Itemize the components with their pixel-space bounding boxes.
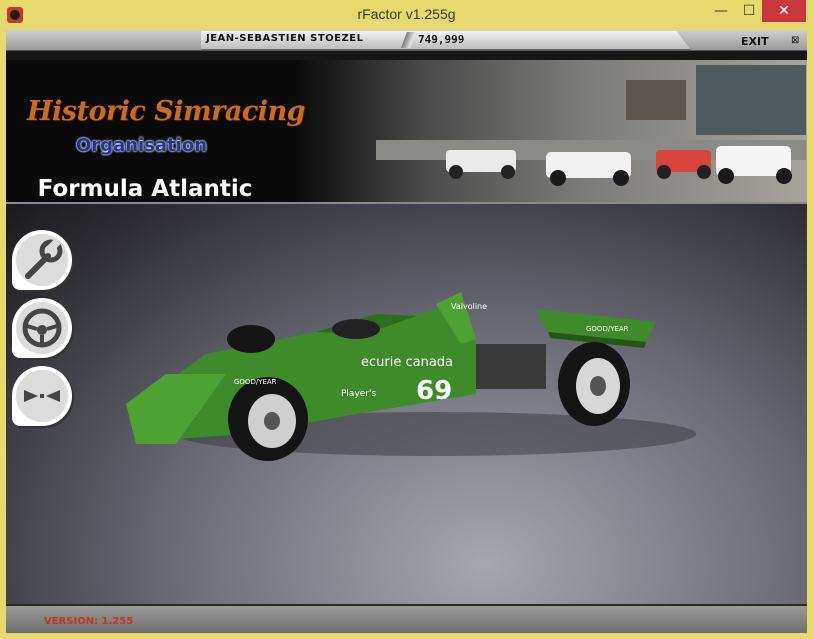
photo-car-1 [446,150,516,179]
top-info-bar: JEAN-SEBASTIEN STOEZEL 749,999 EXIT ⊠ [6,30,807,51]
car-showroom: GOOD/YEAR 69 ecurie canada Valvoline Pla… [6,204,807,604]
photo-car-4 [716,146,792,184]
close-button[interactable]: ✕ [762,0,806,22]
maximize-button[interactable]: ☐ [736,0,762,22]
exit-icon[interactable]: ⊠ [791,35,802,46]
race-photo-banner [296,60,807,202]
oil-sponsor: Valvoline [451,302,487,311]
window-title: rFactor v1.255g [357,6,456,22]
wrench-icon [25,238,63,279]
front-wheel-left: GOOD/YEAR [228,377,308,461]
car-sponsor: ecurie canada [361,355,453,370]
player-name: JEAN-SEBASTIEN STOEZEL [206,33,364,44]
org-logo-subtitle: Organisation [76,135,208,156]
race-cars-photo [376,65,806,186]
compare-arrows-icon [24,390,60,402]
tuning-button[interactable] [12,230,72,290]
steering-wheel-icon [22,308,62,348]
driving-button[interactable] [12,298,72,358]
photo-car-2 [546,152,631,186]
player-points: 749,999 [418,33,465,46]
car-number: 69 [416,376,452,406]
series-header-banner: Historic Simracing Organisation Formula … [6,60,807,228]
compare-button[interactable] [12,366,72,426]
org-logo-title: Historic Simracing [27,96,306,127]
wing-sponsor-text: GOOD/YEAR [586,325,629,333]
version-label: VERSION: 1.255 [44,616,134,627]
exit-button[interactable]: EXIT [741,35,769,48]
window-titlebar: rFactor v1.255g — ☐ ✕ [0,0,813,30]
minimize-button[interactable]: — [706,0,736,22]
game-client-area: JEAN-SEBASTIEN STOEZEL 749,999 EXIT ⊠ Hi… [6,30,807,633]
front-wheel-right [227,325,275,353]
engine-block [466,344,546,389]
status-footer: VERSION: 1.255 [6,604,807,633]
series-name: Formula Atlantic [37,176,253,202]
photo-car-3 [656,150,711,179]
rear-wheel-right [558,342,630,426]
tyre-brand-text: GOOD/YEAR [234,378,277,386]
cigarette-sponsor: Player's [341,389,376,399]
race-car-model: GOOD/YEAR 69 ecurie canada Valvoline Pla… [126,292,696,461]
cockpit [332,319,380,339]
